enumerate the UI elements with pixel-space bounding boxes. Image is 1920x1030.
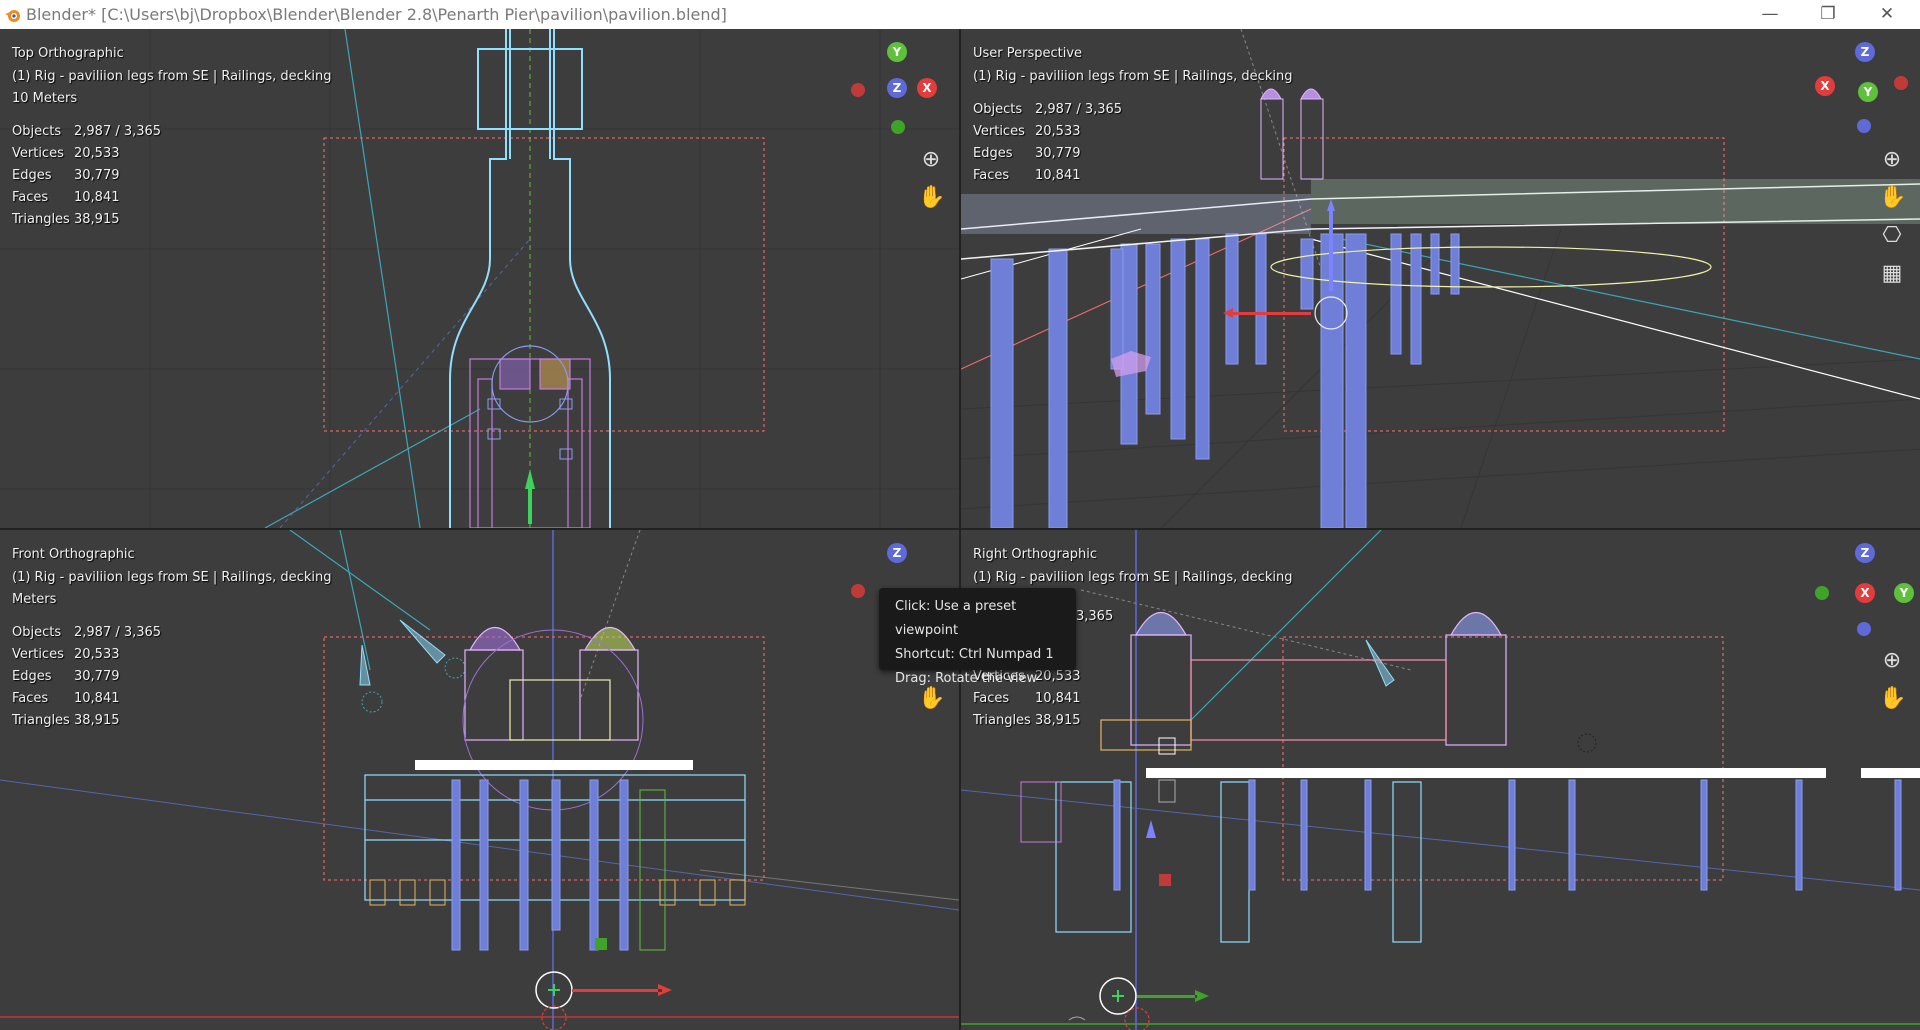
stat-label: Triangles xyxy=(12,212,70,227)
collection-name: (1) Rig - paviliion legs from SE | Raili… xyxy=(973,68,1293,84)
stat-value: 2,987 / 3,365 xyxy=(74,625,162,640)
stat-label: Edges xyxy=(12,669,52,684)
window-title: Blender* [C:\Users\bj\Dropbox\Blender\Bl… xyxy=(26,5,727,24)
gizmo-axis-neg-y[interactable] xyxy=(1815,586,1829,600)
stat-value: 10,841 xyxy=(74,691,120,706)
restore-button[interactable]: ❐ xyxy=(1805,0,1851,29)
stat-label: Objects xyxy=(12,625,62,640)
stat-value: 20,533 xyxy=(74,146,120,161)
stat-label: Faces xyxy=(12,190,49,205)
stat-value: 38,915 xyxy=(74,713,120,728)
scene-statistics-partial: 3,365 xyxy=(1076,606,1113,628)
viewport-front-orthographic[interactable]: Front Orthographic (1) Rig - paviliion l… xyxy=(0,530,959,1030)
stat-label: Triangles xyxy=(12,713,70,728)
stat-label: Edges xyxy=(12,168,52,183)
gizmo-axis-neg-x[interactable] xyxy=(851,584,865,598)
close-button[interactable]: ✕ xyxy=(1864,0,1910,29)
stat-value: 30,779 xyxy=(74,669,120,684)
scene-statistics: Objects 2,987 / 3,365 Vertices 20,533 Edge… xyxy=(973,99,1122,187)
gizmo-axis-z[interactable]: Z xyxy=(1855,42,1875,62)
gizmo-axis-y[interactable]: Y xyxy=(887,42,907,62)
gizmo-axis-x[interactable]: X xyxy=(1815,76,1835,96)
gizmo-axis-y[interactable]: Y xyxy=(1858,82,1878,102)
gizmo-axis-neg-x[interactable] xyxy=(851,83,865,97)
stat-label: Objects xyxy=(12,124,62,139)
right-ortho-scene xyxy=(961,530,1920,1030)
viewport-header-text: Right Orthographic (1) Rig - paviliion l… xyxy=(973,544,1292,589)
blender-logo-icon xyxy=(5,10,20,22)
navigation-gizmo[interactable]: Y Z X xyxy=(846,41,937,134)
stat-label: Faces xyxy=(973,168,1010,183)
stat-label: Vertices xyxy=(12,146,64,161)
viewport-header-text: User Perspective (1) Rig - paviliion leg… xyxy=(973,43,1292,88)
zoom-icon[interactable]: ⊕ xyxy=(918,147,944,173)
collection-name: (1) Rig - paviliion legs from SE | Raili… xyxy=(12,569,332,585)
stat-value: 3,365 xyxy=(1076,609,1114,624)
grid-scale: 10 Meters xyxy=(12,91,78,106)
grid-icon[interactable]: ▦ xyxy=(1879,261,1905,287)
window-titlebar: Blender* [C:\Users\bj\Dropbox\Blender\Bl… xyxy=(0,0,1920,29)
stat-label: Faces xyxy=(12,691,49,706)
gizmo-axis-z[interactable]: Z xyxy=(1855,543,1875,563)
hand-pan-icon[interactable]: ✋ xyxy=(1879,185,1906,211)
stat-value: 2,987 / 3,365 xyxy=(1035,102,1123,117)
tooltip-line: Drag: Rotate the view xyxy=(895,671,1038,686)
stat-value: 10,841 xyxy=(1035,168,1081,183)
scene-statistics: Objects 2,987 / 3,365 Vertices 20,533 Edge… xyxy=(12,622,161,732)
stat-value: 20,533 xyxy=(74,647,120,662)
viewport-user-perspective[interactable]: User Perspective (1) Rig - paviliion leg… xyxy=(961,29,1920,528)
stat-value: 30,779 xyxy=(74,168,120,183)
stat-label: Vertices xyxy=(12,647,64,662)
stat-label: Vertices xyxy=(973,124,1025,139)
collection-name: (1) Rig - paviliion legs from SE | Raili… xyxy=(973,569,1293,585)
view-name: Top Orthographic xyxy=(12,46,124,61)
hand-pan-icon[interactable]: ✋ xyxy=(1879,686,1906,712)
zoom-icon[interactable]: ⊕ xyxy=(1879,648,1905,674)
hand-pan-icon[interactable]: ✋ xyxy=(918,185,945,211)
view-name: Front Orthographic xyxy=(12,547,135,562)
stat-value: 2,987 / 3,365 xyxy=(74,124,162,139)
navigation-gizmo[interactable]: Z X Y xyxy=(1810,542,1914,636)
gizmo-axis-x[interactable]: X xyxy=(1855,583,1875,603)
tooltip-line: Shortcut: Ctrl Numpad 1 xyxy=(895,647,1054,662)
viewport-header-text: Front Orthographic (1) Rig - paviliion l… xyxy=(12,544,331,612)
camera-icon[interactable]: ⎔ xyxy=(1879,223,1905,249)
stat-value: 38,915 xyxy=(1035,713,1081,728)
navigation-gizmo[interactable]: Z X Y xyxy=(1810,41,1908,133)
stat-value: 10,841 xyxy=(74,190,120,205)
gizmo-axis-neg-x[interactable] xyxy=(1894,76,1908,90)
stat-value: 10,841 xyxy=(1035,691,1081,706)
gizmo-axis-neg-z[interactable] xyxy=(1857,622,1871,636)
view-name: Right Orthographic xyxy=(973,547,1098,562)
stat-label: Triangles xyxy=(973,713,1031,728)
gizmo-axis-y[interactable]: Y xyxy=(1894,583,1914,603)
stat-value: 20,533 xyxy=(1035,124,1081,139)
collection-name: (1) Rig - paviliion legs from SE | Raili… xyxy=(12,68,332,84)
tooltip-line: Click: Use a preset viewpoint xyxy=(895,599,1017,638)
viewport-divider-horizontal[interactable] xyxy=(0,528,1920,530)
gizmo-tooltip: Click: Use a preset viewpoint Shortcut: … xyxy=(879,588,1076,686)
minimize-button[interactable]: — xyxy=(1747,0,1793,29)
stat-label: Objects xyxy=(973,102,1023,117)
viewport-header-text: Top Orthographic (1) Rig - paviliion leg… xyxy=(12,43,331,111)
gizmo-axis-z[interactable]: Z xyxy=(887,543,907,563)
zoom-icon[interactable]: ⊕ xyxy=(1879,147,1905,173)
grid-scale: Meters xyxy=(12,592,57,607)
gizmo-axis-z[interactable]: Z xyxy=(887,78,907,98)
scene-statistics: Objects 2,987 / 3,365 Vertices 20,533 Edge… xyxy=(12,121,161,231)
stat-label: Edges xyxy=(973,146,1013,161)
gizmo-axis-neg-z[interactable] xyxy=(1857,119,1871,133)
viewport-top-orthographic[interactable]: Top Orthographic (1) Rig - paviliion leg… xyxy=(0,29,959,528)
view-name: User Perspective xyxy=(973,46,1083,61)
stat-value: 30,779 xyxy=(1035,146,1081,161)
gizmo-axis-x[interactable]: X xyxy=(917,78,937,98)
stat-label: Faces xyxy=(973,691,1010,706)
viewport-right-orthographic[interactable]: Right Orthographic (1) Rig - paviliion l… xyxy=(961,530,1920,1030)
gizmo-axis-neg-y[interactable] xyxy=(891,120,905,134)
stat-value: 38,915 xyxy=(74,212,120,227)
